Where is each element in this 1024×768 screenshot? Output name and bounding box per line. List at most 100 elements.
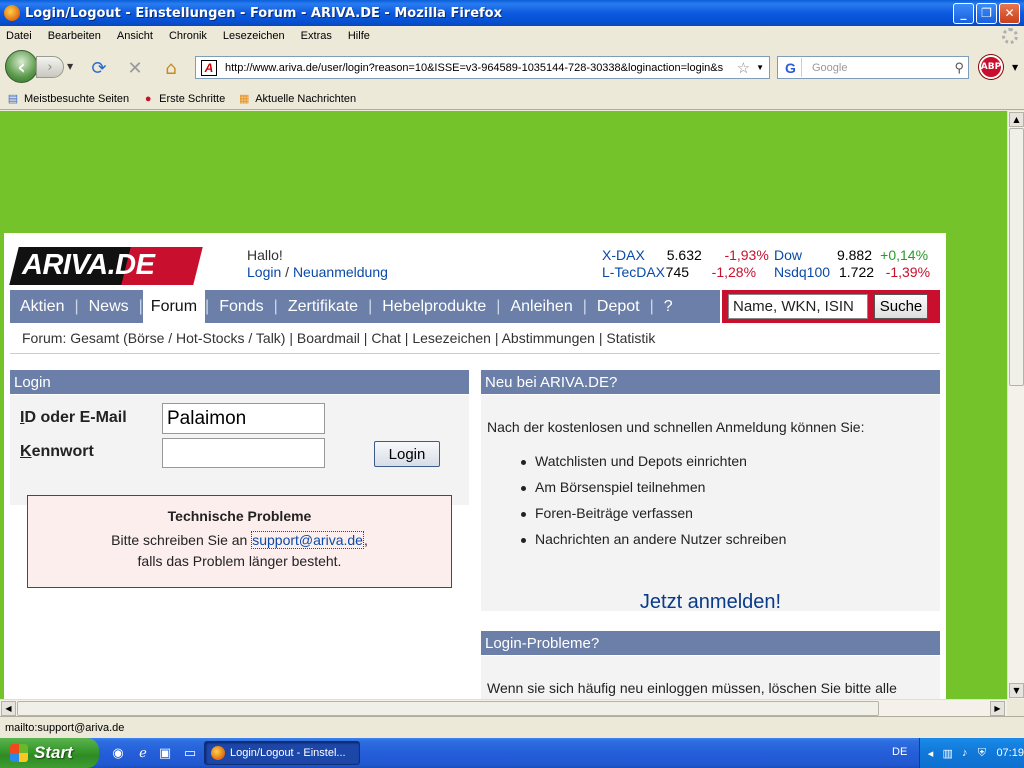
nav-aktien[interactable]: Aktien xyxy=(10,298,74,316)
home-icon[interactable]: ⌂ xyxy=(160,58,182,79)
vertical-scroll-thumb[interactable] xyxy=(1009,128,1024,386)
new-user-intro: Nach der kostenlosen und schnellen Anmel… xyxy=(487,419,865,435)
search-bar[interactable]: G Google ⚲ xyxy=(777,56,969,79)
greeting-block: Hallo! Login / Neuanmeldung xyxy=(247,247,388,280)
reload-icon[interactable]: ⟳ xyxy=(88,58,110,79)
ariva-page: ARIVA.DE Hallo! Login / Neuanmeldung X-D… xyxy=(4,233,946,699)
register-now-link[interactable]: Jetzt anmelden! xyxy=(481,591,940,614)
id-field[interactable]: Palaimon xyxy=(162,403,325,434)
forum-subnav[interactable]: Forum: Gesamt (Börse / Hot-Stocks / Talk… xyxy=(22,330,655,346)
scroll-up-icon[interactable]: ▲ xyxy=(1009,112,1024,127)
ticker-change: -1,93% xyxy=(724,247,769,263)
nav-hebelprodukte[interactable]: Hebelprodukte xyxy=(372,298,496,316)
bookmark-meistbesuchte[interactable]: ▤ Meistbesuchte Seiten xyxy=(6,92,129,106)
bookmark-aktuelle-nachrichten[interactable]: ▦ Aktuelle Nachrichten xyxy=(237,92,356,106)
nav-anleihen[interactable]: Anleihen xyxy=(500,298,582,316)
scroll-right-icon[interactable]: ▶ xyxy=(990,701,1005,716)
url-text[interactable]: http://www.ariva.de/user/login?reason=10… xyxy=(225,62,731,74)
quicklaunch-ie-icon[interactable]: ℯ xyxy=(135,745,151,761)
scroll-down-icon[interactable]: ▼ xyxy=(1009,683,1024,698)
divider xyxy=(10,353,940,354)
menu-hilfe[interactable]: Hilfe xyxy=(348,30,370,42)
quicklaunch-media-icon[interactable]: ▣ xyxy=(157,745,173,761)
password-field[interactable] xyxy=(162,438,325,468)
quicklaunch-firefox-icon[interactable]: ◉ xyxy=(110,745,126,761)
menu-bearbeiten[interactable]: Bearbeiten xyxy=(48,30,101,42)
windows-taskbar: Start ◉ ℯ ▣ ▭ Login/Logout - Einstel... … xyxy=(0,738,1024,768)
login-problems-text: Wenn sie sich häufig neu einloggen müsse… xyxy=(481,656,940,699)
forward-button[interactable]: › xyxy=(36,56,64,78)
nav-help[interactable]: ? xyxy=(654,298,683,316)
taskbar-firefox-window[interactable]: Login/Logout - Einstel... xyxy=(204,741,360,765)
ticker-change: -1,39% xyxy=(885,264,931,280)
scroll-corner xyxy=(1007,699,1024,716)
nav-depot[interactable]: Depot xyxy=(587,298,650,316)
greeting: Hallo! xyxy=(247,247,283,263)
vertical-scrollbar[interactable]: ▲ ▼ xyxy=(1007,111,1024,699)
task-label: Login/Logout - Einstel... xyxy=(230,747,346,759)
url-dropdown-icon[interactable]: ▼ xyxy=(756,63,764,72)
nav-news[interactable]: News xyxy=(79,298,139,316)
ticker-name[interactable]: Dow xyxy=(774,247,802,263)
maximize-button[interactable]: ❐ xyxy=(976,2,997,24)
adblock-icon[interactable]: ABP xyxy=(979,55,1003,79)
ticker-name[interactable]: Nsdq100 xyxy=(774,264,830,280)
new-user-heading: Neu bei ARIVA.DE? xyxy=(481,370,940,394)
horizontal-scrollbar[interactable]: ◀ ▶ xyxy=(0,699,1007,716)
status-bar: mailto:support@ariva.de xyxy=(0,716,1024,738)
ticker-name[interactable]: L-TecDAX xyxy=(602,264,665,280)
menu-bar: Datei Bearbeiten Ansicht Chronik Lesezei… xyxy=(0,26,1024,46)
nav-zertifikate[interactable]: Zertifikate xyxy=(278,298,368,316)
logo-text[interactable]: ARIVA.DE xyxy=(22,249,197,282)
scroll-left-icon[interactable]: ◀ xyxy=(1,701,16,716)
menu-ansicht[interactable]: Ansicht xyxy=(117,30,153,42)
search-icon[interactable]: ⚲ xyxy=(954,60,964,76)
bookmark-star-icon[interactable]: ☆ xyxy=(737,59,750,77)
menu-lesezeichen[interactable]: Lesezeichen xyxy=(223,30,285,42)
site-search-button[interactable]: Suche xyxy=(874,294,928,319)
language-indicator[interactable]: DE xyxy=(892,746,907,758)
nav-forum[interactable]: Forum xyxy=(142,290,206,323)
login-button[interactable]: Login xyxy=(374,441,440,467)
ticker-value: 5.632 xyxy=(666,247,702,263)
ticker-change: +0,14% xyxy=(880,247,929,263)
benefit-list: Watchlisten und Depots einrichten Am Bör… xyxy=(520,453,786,557)
folder-icon: ▤ xyxy=(7,93,19,105)
close-button[interactable]: ✕ xyxy=(999,2,1020,24)
url-bar[interactable]: A http://www.ariva.de/user/login?reason=… xyxy=(195,56,770,79)
bookmarks-toolbar: ▤ Meistbesuchte Seiten ● Erste Schritte … xyxy=(0,88,1024,110)
adblock-dropdown-icon[interactable]: ▼ xyxy=(1012,63,1018,72)
list-item: Am Börsenspiel teilnehmen xyxy=(520,479,786,505)
support-email-link[interactable]: support@ariva.de xyxy=(251,531,364,549)
nav-fonds[interactable]: Fonds xyxy=(209,298,273,316)
bookmark-erste-schritte[interactable]: ● Erste Schritte xyxy=(141,92,225,106)
site-search-input[interactable]: Name, WKN, ISIN xyxy=(728,294,868,319)
start-button[interactable]: Start xyxy=(0,738,99,768)
minimize-button[interactable]: _ xyxy=(953,2,974,24)
security-icon[interactable]: ⛨ xyxy=(975,746,988,760)
back-button[interactable]: ‹ xyxy=(5,50,38,83)
error-title: Technische Probleme xyxy=(167,508,312,524)
ticker-name[interactable]: X-DAX xyxy=(602,247,645,263)
google-engine-icon[interactable]: G xyxy=(780,58,802,77)
list-item: Watchlisten und Depots einrichten xyxy=(520,453,786,479)
error-text: Bitte schreiben Sie an support@ariva.de,… xyxy=(111,531,368,569)
quicklaunch-desktop-icon[interactable]: ▭ xyxy=(182,745,198,761)
stop-icon[interactable]: ✕ xyxy=(124,58,146,79)
history-dropdown-icon[interactable]: ▼ xyxy=(67,62,73,71)
system-tray: ◂ ▥ ♪ ⛨ 07:19 xyxy=(919,738,1024,768)
volume-icon[interactable]: ♪ xyxy=(958,746,971,760)
menu-datei[interactable]: Datei xyxy=(6,30,32,42)
menu-chronik[interactable]: Chronik xyxy=(169,30,207,42)
menu-extras[interactable]: Extras xyxy=(301,30,332,42)
search-placeholder[interactable]: Google xyxy=(802,62,954,74)
register-link[interactable]: Neuanmeldung xyxy=(293,264,388,280)
ticker-value: 1.722 xyxy=(839,264,875,280)
horizontal-scroll-thumb[interactable] xyxy=(17,701,879,716)
network-icon[interactable]: ▥ xyxy=(941,746,954,760)
list-item: Nachrichten an andere Nutzer schreiben xyxy=(520,531,786,557)
tray-back-icon[interactable]: ◂ xyxy=(924,746,937,760)
throbber-icon xyxy=(1002,28,1018,44)
login-link[interactable]: Login xyxy=(247,264,281,280)
login-heading: Login xyxy=(10,370,469,394)
